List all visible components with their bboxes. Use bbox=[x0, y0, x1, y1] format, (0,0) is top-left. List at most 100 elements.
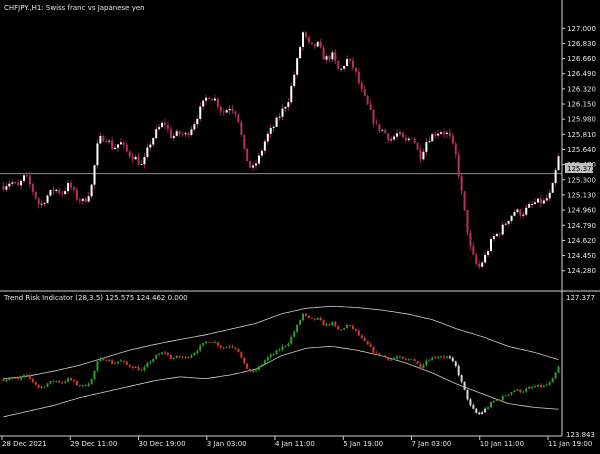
main-y-tick-label: 125.810 bbox=[567, 131, 596, 139]
main-candle-body bbox=[87, 196, 90, 202]
main-candle-body bbox=[210, 99, 213, 101]
main-candle-body bbox=[108, 140, 111, 142]
main-candle-body bbox=[252, 165, 255, 168]
indicator-candle-body bbox=[534, 386, 537, 388]
main-candle-body bbox=[216, 98, 219, 107]
main-candle-body bbox=[398, 132, 401, 134]
indicator-candle-body bbox=[58, 381, 61, 383]
indicator-candle-body bbox=[510, 392, 513, 395]
indicator-candle-body bbox=[93, 370, 96, 379]
main-candle-body bbox=[495, 233, 498, 237]
indicator-candle-body bbox=[310, 318, 313, 319]
indicator-candle-body bbox=[351, 325, 354, 329]
indicator-candle-body bbox=[20, 377, 23, 380]
indicator-candle-body bbox=[269, 354, 272, 358]
main-y-tick-label: 126.830 bbox=[567, 40, 596, 48]
main-candle-body bbox=[290, 85, 293, 103]
main-candle-body bbox=[70, 183, 73, 188]
main-candle-body bbox=[246, 148, 249, 162]
indicator-candle-body bbox=[428, 360, 431, 362]
indicator-candle-body bbox=[152, 358, 155, 362]
main-candle-body bbox=[393, 136, 396, 140]
chart-window: CHFJPY.,H1: Swiss franc vs Japanese yen … bbox=[0, 0, 600, 450]
indicator-candle-body bbox=[319, 317, 322, 321]
indicator-candle-body bbox=[522, 391, 525, 393]
time-tick-label: 4 Jan 11:00 bbox=[275, 440, 315, 448]
main-candle-body bbox=[489, 239, 492, 252]
main-candle-body bbox=[551, 182, 554, 193]
main-candle-body bbox=[322, 47, 325, 60]
main-y-tick-label: 125.980 bbox=[567, 116, 596, 124]
indicator-candle-body bbox=[111, 360, 114, 364]
main-candle-body bbox=[445, 132, 448, 134]
indicator-candle-body bbox=[519, 389, 522, 393]
indicator-candle-body bbox=[281, 346, 284, 350]
indicator-candle-body bbox=[384, 355, 387, 357]
main-candle-body bbox=[166, 124, 169, 129]
main-candle-body bbox=[172, 135, 175, 138]
main-candle-body bbox=[52, 189, 55, 192]
main-candle-body bbox=[554, 170, 557, 183]
indicator-candle-body bbox=[416, 361, 419, 364]
indicator-candle-body bbox=[302, 313, 305, 321]
main-candle-body bbox=[363, 89, 366, 96]
indicator-candle-body bbox=[81, 384, 84, 386]
indicator-candle-body bbox=[105, 360, 108, 362]
indicator-candle-body bbox=[125, 361, 128, 365]
main-candle-body bbox=[140, 164, 143, 166]
main-candle-body bbox=[37, 198, 40, 205]
main-candle-body bbox=[102, 136, 105, 142]
indicator-candle-body bbox=[354, 328, 357, 331]
indicator-candle-body bbox=[222, 347, 225, 349]
main-candle-body bbox=[84, 198, 87, 202]
indicator-candle-body bbox=[231, 346, 234, 348]
indicator-candle-body bbox=[489, 402, 492, 408]
main-candle-body bbox=[416, 142, 419, 150]
main-candle-body bbox=[31, 184, 34, 192]
main-candle-body bbox=[260, 150, 263, 156]
main-candle-body bbox=[384, 129, 387, 134]
main-candle-body bbox=[319, 41, 322, 48]
main-candle-body bbox=[422, 151, 425, 160]
indicator-candle-body bbox=[61, 382, 64, 384]
main-candle-body bbox=[158, 127, 161, 130]
main-candle-body bbox=[275, 117, 278, 127]
main-y-tick-label: 127.000 bbox=[567, 25, 596, 33]
main-candle-body bbox=[528, 204, 531, 208]
indicator-candle-body bbox=[67, 378, 70, 382]
main-candle-body bbox=[504, 223, 507, 225]
indicator-candle-body bbox=[122, 360, 125, 362]
main-candle-body bbox=[193, 124, 196, 130]
indicator-candle-body bbox=[234, 347, 237, 349]
main-candle-body bbox=[542, 200, 545, 204]
indicator-candle-body bbox=[349, 325, 352, 326]
indicator-candle-body bbox=[284, 345, 287, 347]
indicator-candle-body bbox=[328, 323, 331, 326]
indicator-candle-body bbox=[178, 356, 181, 358]
main-candle-body bbox=[249, 161, 252, 168]
main-y-tick-label: 125.130 bbox=[567, 191, 596, 199]
indicator-candle-body bbox=[75, 381, 78, 386]
main-candle-body bbox=[472, 246, 475, 255]
main-candle-body bbox=[519, 209, 522, 216]
main-candle-body bbox=[293, 74, 296, 86]
indicator-candle-body bbox=[70, 378, 73, 381]
indicator-candle-body bbox=[504, 395, 507, 397]
main-candle-body bbox=[304, 32, 307, 37]
indicator-candle-body bbox=[431, 357, 434, 361]
main-candle-body bbox=[442, 132, 445, 134]
indicator-candle-body bbox=[102, 358, 105, 361]
indicator-candle-body bbox=[366, 340, 369, 345]
main-candle-body bbox=[451, 135, 454, 144]
main-candle-body bbox=[28, 175, 31, 185]
main-y-tick-label: 124.790 bbox=[567, 222, 596, 230]
main-candle-body bbox=[525, 207, 528, 215]
main-candle-body bbox=[437, 133, 440, 136]
main-y-tick-label: 126.660 bbox=[567, 55, 596, 63]
main-candle-body bbox=[428, 141, 431, 143]
main-candle-body bbox=[243, 134, 246, 149]
indicator-candle-body bbox=[108, 360, 111, 361]
main-candle-body bbox=[25, 175, 28, 177]
main-candle-body bbox=[55, 189, 58, 192]
indicator-candle-body bbox=[492, 400, 495, 403]
